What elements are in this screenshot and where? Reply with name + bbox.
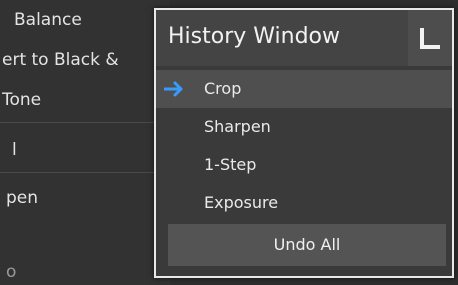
collapse-button[interactable]	[408, 10, 452, 66]
menu-item-convert-to-bw[interactable]: ert to Black &	[2, 50, 162, 70]
menu-item-partial[interactable]: l	[12, 140, 172, 160]
history-window-header: History Window	[156, 10, 452, 66]
history-item-label: Crop	[204, 79, 242, 98]
history-item-label: 1-Step	[204, 155, 257, 174]
menu-divider	[0, 172, 160, 173]
menu-item-sharpen-partial[interactable]: pen	[6, 188, 166, 208]
history-list: Crop Sharpen 1-Step Exposure	[156, 70, 452, 222]
menu-item-white-balance[interactable]: Balance	[14, 10, 174, 30]
history-item-label: Sharpen	[204, 117, 271, 136]
history-item-exposure[interactable]: Exposure	[156, 184, 452, 222]
collapse-corner-icon	[420, 28, 440, 49]
undo-all-button[interactable]: Undo All	[168, 224, 446, 266]
history-window-title: History Window	[168, 24, 341, 49]
history-item-1-step[interactable]: 1-Step	[156, 146, 452, 184]
history-item-sharpen[interactable]: Sharpen	[156, 108, 452, 146]
history-window: History Window Crop Sharpen 1-Step Expos…	[154, 8, 454, 278]
background-menu: Balance ert to Black & Tone l pen o	[0, 0, 170, 285]
arrow-right-icon	[164, 81, 183, 97]
history-item-label: Exposure	[204, 193, 279, 212]
history-item-crop[interactable]: Crop	[156, 70, 452, 108]
menu-item-tone[interactable]: Tone	[2, 90, 162, 110]
menu-divider	[0, 122, 160, 123]
menu-item-bottom-partial[interactable]: o	[6, 262, 166, 282]
